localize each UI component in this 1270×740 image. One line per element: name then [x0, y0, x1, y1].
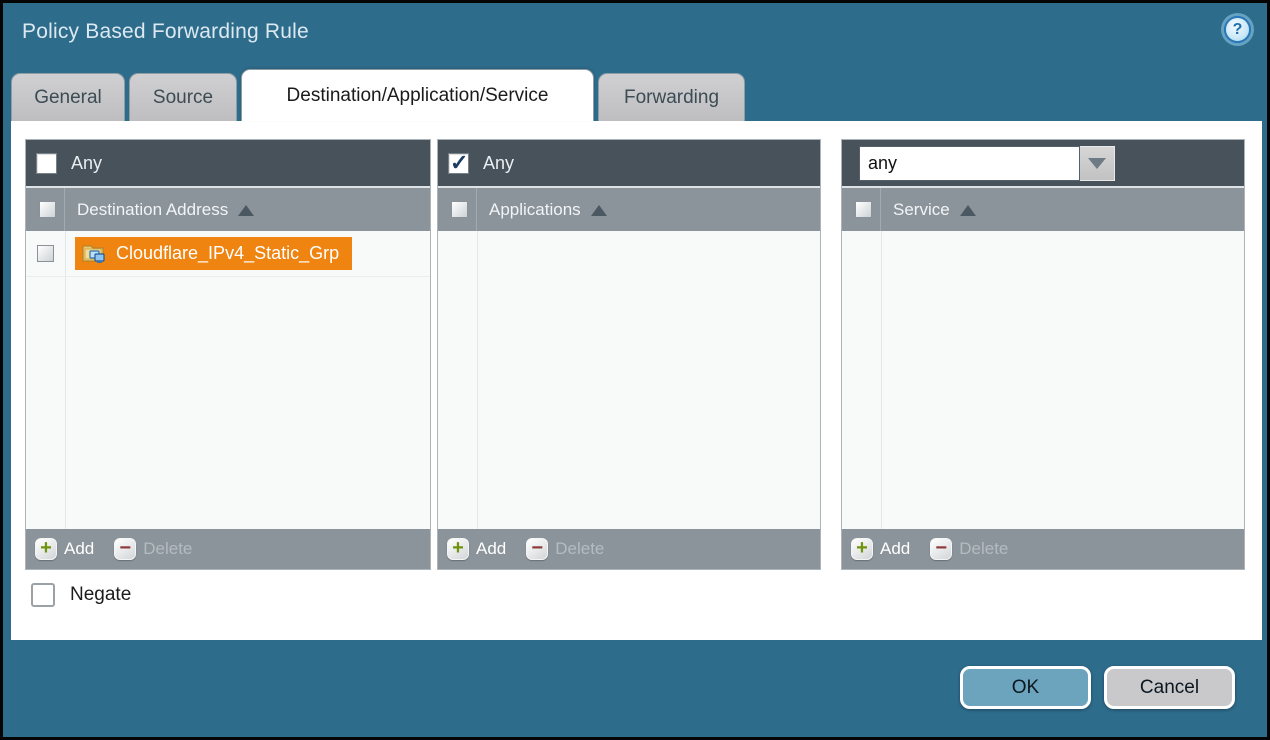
applications-column: Any Applications + Add − Delete	[437, 139, 821, 570]
destination-any-label: Any	[71, 153, 102, 174]
tab-source[interactable]: Source	[129, 73, 237, 121]
applications-any-checkbox[interactable]	[448, 153, 469, 174]
dialog-title: Policy Based Forwarding Rule	[22, 20, 309, 44]
negate-checkbox[interactable]	[31, 583, 55, 607]
service-select-all-checkbox[interactable]	[855, 201, 872, 218]
tab-content-panel: Any Destination Address	[11, 121, 1262, 640]
policy-based-forwarding-dialog: Policy Based Forwarding Rule ? General S…	[0, 0, 1270, 740]
add-button[interactable]: + Add	[851, 538, 910, 560]
add-icon: +	[851, 538, 873, 560]
help-icon[interactable]: ?	[1224, 16, 1251, 43]
chevron-down-icon	[1088, 158, 1106, 169]
tab-destination-application-service[interactable]: Destination/Application/Service	[241, 69, 594, 121]
add-icon: +	[35, 538, 57, 560]
delete-button[interactable]: − Delete	[526, 538, 604, 560]
tab-general[interactable]: General	[11, 73, 125, 121]
sort-ascending-icon	[238, 205, 254, 216]
sort-ascending-icon	[960, 205, 976, 216]
destination-column-header: Destination Address	[26, 186, 430, 231]
tab-forwarding[interactable]: Forwarding	[598, 73, 745, 121]
destination-select-all-checkbox[interactable]	[39, 201, 56, 218]
ok-button[interactable]: OK	[960, 666, 1091, 709]
delete-icon: −	[930, 538, 952, 560]
service-dropdown-row: any	[842, 140, 1244, 186]
destination-any-checkbox[interactable]	[36, 153, 57, 174]
destination-item-checkbox[interactable]	[37, 245, 54, 262]
cancel-button[interactable]: Cancel	[1104, 666, 1235, 709]
delete-icon: −	[526, 538, 548, 560]
destination-address-column: Any Destination Address	[25, 139, 431, 570]
service-dropdown-value[interactable]: any	[859, 146, 1080, 181]
applications-any-label: Any	[483, 153, 514, 174]
destination-item-address-group[interactable]: Cloudflare_IPv4_Static_Grp	[75, 237, 352, 270]
applications-toolbar: + Add − Delete	[438, 529, 820, 569]
service-toolbar: + Add − Delete	[842, 529, 1244, 569]
destination-toolbar: + Add − Delete	[26, 529, 430, 569]
applications-list	[438, 231, 820, 529]
service-column: any Service + Add	[841, 139, 1245, 570]
delete-button[interactable]: − Delete	[114, 538, 192, 560]
destination-any-row: Any	[26, 140, 430, 186]
service-header-label[interactable]: Service	[893, 200, 976, 220]
add-button[interactable]: + Add	[447, 538, 506, 560]
negate-row: Negate	[31, 583, 131, 607]
service-column-header: Service	[842, 186, 1244, 231]
add-icon: +	[447, 538, 469, 560]
delete-icon: −	[114, 538, 136, 560]
applications-header-label[interactable]: Applications	[489, 200, 607, 220]
service-list	[842, 231, 1244, 529]
dialog-titlebar: Policy Based Forwarding Rule ?	[3, 3, 1267, 67]
destination-item-label: Cloudflare_IPv4_Static_Grp	[116, 243, 339, 264]
applications-any-row: Any	[438, 140, 820, 186]
list-item: Cloudflare_IPv4_Static_Grp	[26, 231, 430, 277]
add-button[interactable]: + Add	[35, 538, 94, 560]
sort-ascending-icon	[591, 205, 607, 216]
destination-list: Cloudflare_IPv4_Static_Grp	[26, 231, 430, 529]
dropdown-button[interactable]	[1080, 146, 1115, 181]
destination-header-label[interactable]: Destination Address	[77, 200, 254, 220]
service-dropdown[interactable]: any	[859, 146, 1115, 181]
negate-label: Negate	[70, 584, 131, 606]
tab-bar: General Source Destination/Application/S…	[11, 73, 745, 121]
delete-button[interactable]: − Delete	[930, 538, 1008, 560]
applications-select-all-checkbox[interactable]	[451, 201, 468, 218]
address-group-icon	[81, 242, 108, 265]
applications-column-header: Applications	[438, 186, 820, 231]
